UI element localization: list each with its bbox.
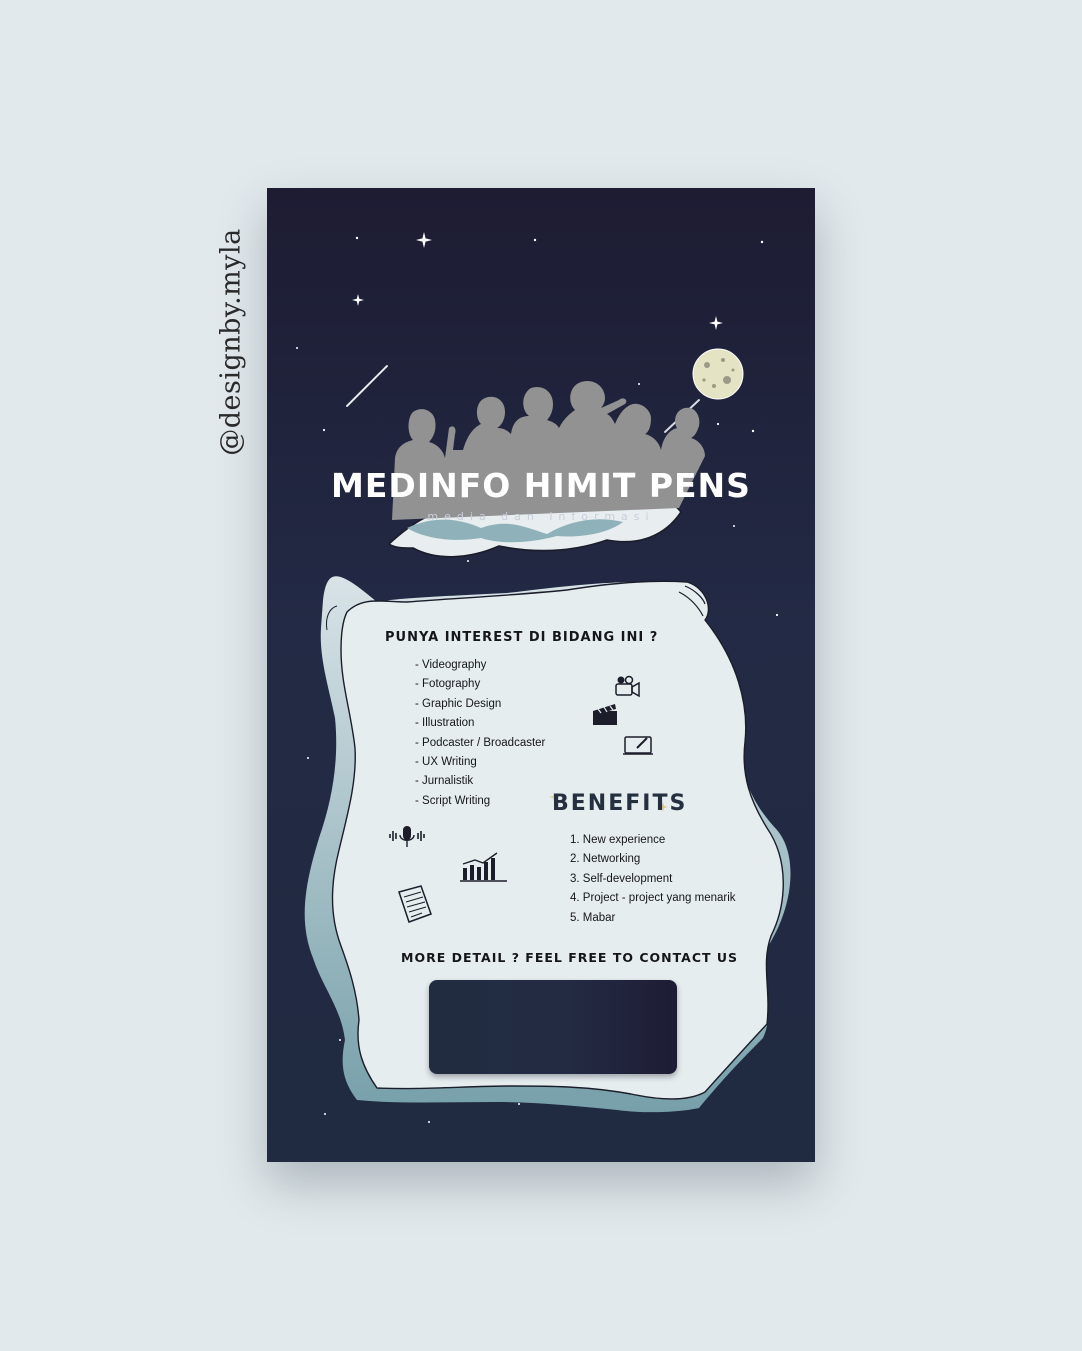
interest-item: - Illustration — [415, 717, 475, 730]
interest-item: - Graphic Design — [415, 697, 502, 710]
benefit-item: 3. Self-development — [570, 872, 673, 885]
interest-heading: PUNYA INTEREST DI BIDANG INI ? — [385, 630, 659, 645]
tablet-pen-icon — [623, 736, 653, 755]
interest-item: - Script Writing — [415, 794, 491, 807]
interest-list: - Videography - Fotography - Graphic Des… — [415, 656, 545, 811]
contact-box — [429, 980, 677, 1074]
benefit-item: 4. Project - project yang menarik — [570, 892, 736, 905]
benefits-list: 1. New experience 2. Networking 3. Self-… — [570, 831, 736, 928]
document-icon — [398, 885, 432, 923]
microphone-icon — [389, 826, 425, 847]
poster-title-block: MEDINFO HIMIT PENS media dan informasi — [267, 466, 815, 523]
poster: MEDINFO HIMIT PENS media dan informasi P… — [267, 188, 815, 1162]
interest-item: - UX Writing — [415, 756, 477, 769]
benefit-item: 2. Networking — [570, 853, 641, 866]
benefit-item: 1. New experience — [570, 834, 666, 846]
credit-watermark: @designby.myla — [215, 228, 247, 456]
poster-title: MEDINFO HIMIT PENS — [331, 466, 751, 505]
benefits-heading: BENEFITS — [552, 791, 688, 816]
contact-heading: MORE DETAIL ? FEEL FREE TO CONTACT US — [401, 950, 739, 965]
poster-subtitle: media dan informasi — [427, 510, 655, 523]
interest-item: - Jurnalistik — [415, 775, 474, 788]
moon-icon — [692, 348, 744, 400]
benefit-item: 5. Mabar — [570, 911, 616, 924]
growth-chart-icon — [460, 852, 507, 882]
interest-item: - Fotography — [415, 678, 481, 691]
video-camera-icon — [615, 675, 640, 698]
interest-item: - Podcaster / Broadcaster — [415, 736, 546, 749]
clapperboard-icon — [593, 704, 617, 725]
interest-item: - Videography — [415, 659, 487, 671]
